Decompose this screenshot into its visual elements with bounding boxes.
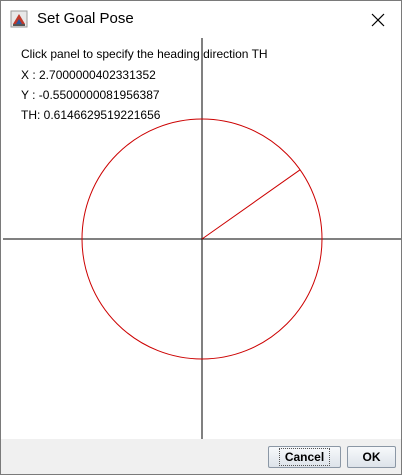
heading-panel[interactable]: Click panel to specify the heading direc…	[3, 38, 401, 439]
ok-button[interactable]: OK	[347, 446, 396, 468]
x-value: X : 2.7000000402331352	[21, 68, 156, 82]
th-value: TH: 0.6146629519221656	[21, 108, 161, 122]
set-goal-pose-dialog: Set Goal Pose Click panel to specify the…	[0, 0, 402, 475]
cancel-button[interactable]: Cancel	[268, 446, 341, 468]
y-value: Y : -0.5500000081956387	[21, 88, 160, 102]
instruction-text: Click panel to specify the heading direc…	[21, 47, 268, 61]
ok-label: OK	[362, 450, 381, 464]
java-app-icon	[10, 10, 28, 28]
close-button[interactable]	[355, 1, 401, 38]
cancel-label: Cancel	[278, 448, 331, 466]
title-bar: Set Goal Pose	[1, 1, 401, 38]
close-icon	[371, 13, 385, 26]
heading-line	[201, 169, 301, 240]
button-bar: Cancel OK	[1, 439, 401, 474]
window-title: Set Goal Pose	[37, 10, 134, 27]
